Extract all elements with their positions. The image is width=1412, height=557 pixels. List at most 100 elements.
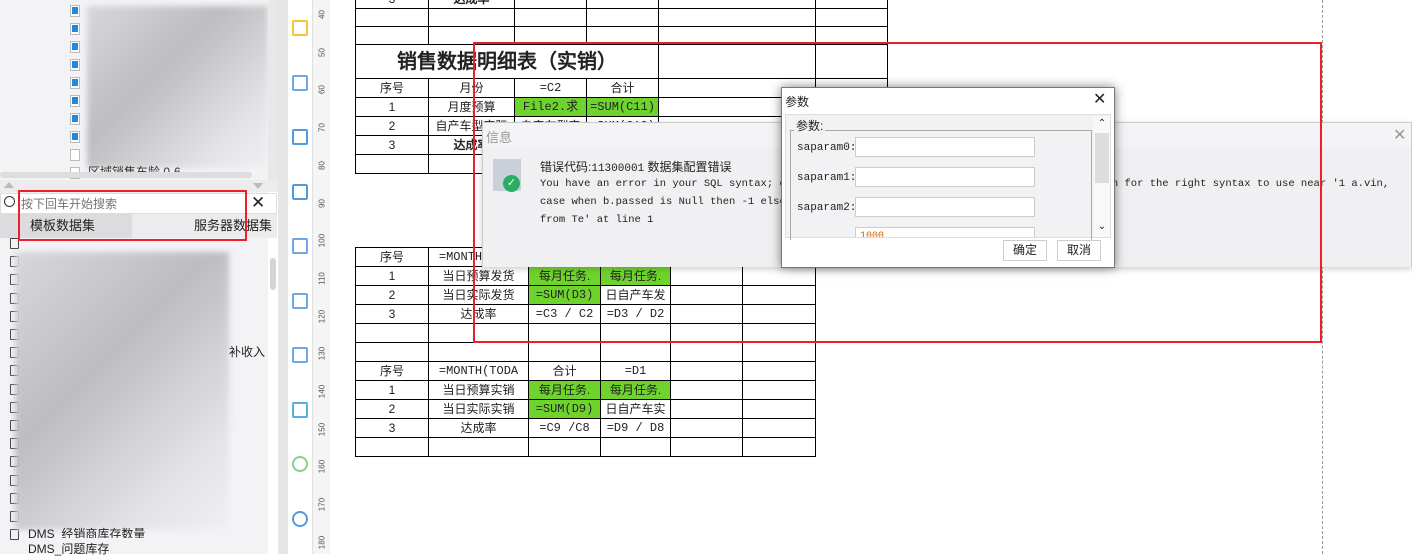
blurred-dataset-items bbox=[15, 252, 229, 530]
table-cell[interactable] bbox=[600, 342, 671, 362]
panel-divider[interactable] bbox=[278, 0, 288, 554]
table-cell[interactable] bbox=[742, 437, 816, 457]
close-icon[interactable]: ✕ bbox=[1393, 125, 1406, 145]
table-cell[interactable] bbox=[355, 154, 429, 174]
param-input-partial[interactable]: 1000 bbox=[855, 227, 1035, 237]
table-cell[interactable] bbox=[528, 437, 601, 457]
table-cell[interactable]: =MONTH(TODA bbox=[428, 361, 529, 381]
table-cell[interactable]: 2 bbox=[355, 399, 429, 419]
table-cell[interactable] bbox=[742, 361, 816, 381]
tree-scrollbar[interactable] bbox=[268, 0, 278, 180]
table-cell[interactable] bbox=[600, 437, 671, 457]
table-cell[interactable]: =D9 / D8 bbox=[600, 418, 671, 438]
table-cell[interactable]: 3 bbox=[355, 135, 429, 155]
dialog-title: 参数 bbox=[785, 95, 810, 109]
gauge-icon[interactable] bbox=[292, 183, 308, 200]
table-cell[interactable] bbox=[428, 437, 529, 457]
table-cell[interactable]: 序号 bbox=[355, 247, 429, 267]
dataset-panel: 区域销售车龄 0-6 ✕ 模板数据集 服务器数据集 补收入 DMS_经销商库存数… bbox=[0, 0, 278, 557]
bubble-chart-icon[interactable] bbox=[292, 347, 308, 363]
table-cell[interactable] bbox=[355, 8, 429, 27]
table-cell[interactable] bbox=[742, 399, 816, 419]
report-file-icon bbox=[70, 149, 80, 161]
table-cell[interactable]: 每月任务. bbox=[528, 380, 601, 400]
saparam1-input[interactable] bbox=[855, 167, 1035, 187]
table-cell[interactable] bbox=[355, 323, 429, 343]
table-cell[interactable]: 当日实际实销 bbox=[428, 399, 529, 419]
table-cell[interactable]: 序号 bbox=[355, 361, 429, 381]
table-cell[interactable] bbox=[670, 437, 743, 457]
report-file-icon bbox=[70, 59, 80, 71]
cancel-button[interactable]: 取消 bbox=[1057, 240, 1101, 261]
clear-search-icon[interactable]: ✕ bbox=[251, 193, 265, 213]
combo-chart-icon[interactable] bbox=[292, 401, 308, 418]
dataset-item[interactable]: DMS_问题库存 bbox=[28, 540, 109, 557]
dataset-item[interactable]: DMS_经销商库存数量 bbox=[28, 525, 145, 538]
table-cell[interactable]: 序号 bbox=[355, 78, 429, 98]
saparam0-input[interactable] bbox=[855, 137, 1035, 157]
table-cell[interactable]: 每月任务. bbox=[600, 380, 671, 400]
table-cell[interactable] bbox=[658, 8, 816, 27]
table-cell[interactable] bbox=[528, 342, 601, 362]
table-cell[interactable]: 达成率 bbox=[428, 418, 529, 438]
pie-chart-icon[interactable] bbox=[292, 456, 308, 472]
collapse-up-icon[interactable] bbox=[4, 182, 14, 188]
table-cell[interactable] bbox=[742, 342, 816, 362]
ruler-tick-label: 170 bbox=[317, 497, 327, 512]
table-cell[interactable]: 1 bbox=[355, 266, 429, 286]
table-cell[interactable]: 2 bbox=[355, 285, 429, 305]
scrollbar-thumb[interactable] bbox=[1095, 133, 1109, 183]
table-cell[interactable] bbox=[670, 342, 743, 362]
page-boundary bbox=[1322, 0, 1323, 554]
table-cell[interactable]: =C9 /C8 bbox=[528, 418, 601, 438]
table-cell[interactable] bbox=[670, 361, 743, 381]
ruler-tick-label: 140 bbox=[317, 384, 327, 399]
table-cell[interactable]: 合计 bbox=[528, 361, 601, 381]
close-icon[interactable]: ✕ bbox=[1093, 89, 1106, 109]
table-cell[interactable]: 3 bbox=[355, 418, 429, 438]
scatter-chart-icon[interactable] bbox=[292, 292, 308, 309]
group-label: 参数: bbox=[794, 117, 826, 134]
table-cell[interactable] bbox=[670, 380, 743, 400]
table-cell[interactable] bbox=[355, 342, 429, 362]
ok-button[interactable]: 确定 bbox=[1003, 240, 1047, 261]
report-file-icon bbox=[70, 131, 80, 143]
table-cell[interactable]: 当日预算实销 bbox=[428, 380, 529, 400]
ruler-tick-label: 130 bbox=[317, 347, 327, 361]
vertical-scrollbar[interactable]: ⌃ ⌄ bbox=[1094, 117, 1110, 237]
bar-chart-icon[interactable] bbox=[292, 20, 308, 36]
table-cell[interactable] bbox=[355, 437, 429, 457]
table-cell[interactable] bbox=[428, 342, 529, 362]
table-cell[interactable] bbox=[586, 8, 659, 27]
table-cell[interactable] bbox=[514, 8, 587, 27]
line-chart-icon[interactable] bbox=[292, 74, 308, 91]
table-cell[interactable] bbox=[670, 418, 743, 438]
horizontal-scrollbar[interactable] bbox=[0, 172, 252, 178]
table-cell[interactable] bbox=[670, 399, 743, 419]
table-cell[interactable] bbox=[815, 8, 888, 27]
table-cell[interactable] bbox=[742, 418, 816, 438]
map-icon[interactable] bbox=[292, 510, 308, 527]
report-file-icon bbox=[70, 5, 80, 17]
param-label: saparam2: bbox=[797, 202, 857, 214]
table-cell[interactable]: 2 bbox=[355, 116, 429, 136]
table-cell[interactable] bbox=[742, 380, 816, 400]
table-cell[interactable]: 日自产车实 bbox=[600, 399, 671, 419]
table-cell[interactable] bbox=[428, 8, 515, 27]
report-file-icon bbox=[70, 95, 80, 107]
ruler-tick-label: 50 bbox=[317, 47, 327, 57]
table-cell[interactable] bbox=[355, 26, 429, 45]
ruler-tick-label: 100 bbox=[317, 234, 327, 248]
table-cell[interactable]: 3 bbox=[355, 304, 429, 324]
table-cell[interactable]: =D1 bbox=[600, 361, 671, 381]
ruler-tick-label: 150 bbox=[317, 422, 327, 436]
radar-chart-icon[interactable] bbox=[292, 238, 308, 254]
dataset-scrollbar-thumb[interactable] bbox=[270, 258, 276, 290]
saparam2-input[interactable] bbox=[855, 197, 1035, 217]
table-cell[interactable]: 1 bbox=[355, 380, 429, 400]
area-chart-icon[interactable] bbox=[292, 129, 308, 145]
table-cell[interactable]: 1 bbox=[355, 97, 429, 117]
report-file-icon bbox=[70, 41, 80, 53]
expand-down-icon[interactable] bbox=[253, 183, 263, 189]
table-cell[interactable]: =SUM(D9) bbox=[528, 399, 601, 419]
